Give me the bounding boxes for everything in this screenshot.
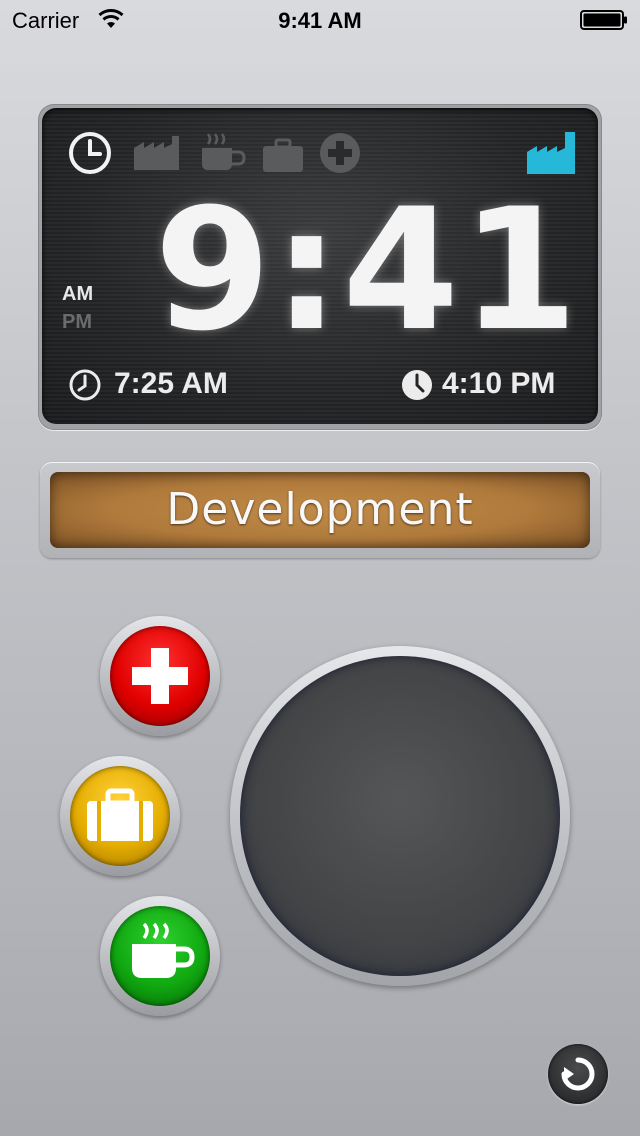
am-label: AM: [62, 283, 94, 305]
refresh-button[interactable]: [548, 1044, 608, 1104]
coffee-icon[interactable]: [198, 130, 248, 176]
clock-time: 9:41: [154, 172, 580, 368]
medical-cross-icon[interactable]: [318, 130, 368, 176]
briefcase-icon: [87, 788, 153, 841]
factory-icon[interactable]: [526, 130, 576, 176]
work-button-core[interactable]: [70, 766, 170, 866]
start-time: 7:25 AM: [114, 367, 228, 400]
clock-icon: [400, 368, 434, 402]
end-time: 4:10 PM: [442, 367, 556, 400]
project-label[interactable]: Development: [50, 472, 590, 548]
battery-icon: [580, 10, 628, 30]
pm-label: PM: [62, 311, 92, 333]
status-bar: Carrier 9:41 AM: [0, 0, 640, 40]
break-button-core[interactable]: [110, 906, 210, 1006]
sick-button-core[interactable]: [110, 626, 210, 726]
coffee-icon: [132, 922, 195, 978]
status-time: 9:41 AM: [278, 8, 362, 33]
factory-icon[interactable]: [132, 130, 182, 176]
medical-cross-icon: [132, 648, 188, 704]
main-button-core[interactable]: [240, 656, 560, 976]
clock-icon: [68, 368, 102, 402]
clock-icon[interactable]: [66, 130, 116, 176]
refresh-icon: [561, 1057, 595, 1091]
briefcase-icon[interactable]: [260, 130, 310, 176]
